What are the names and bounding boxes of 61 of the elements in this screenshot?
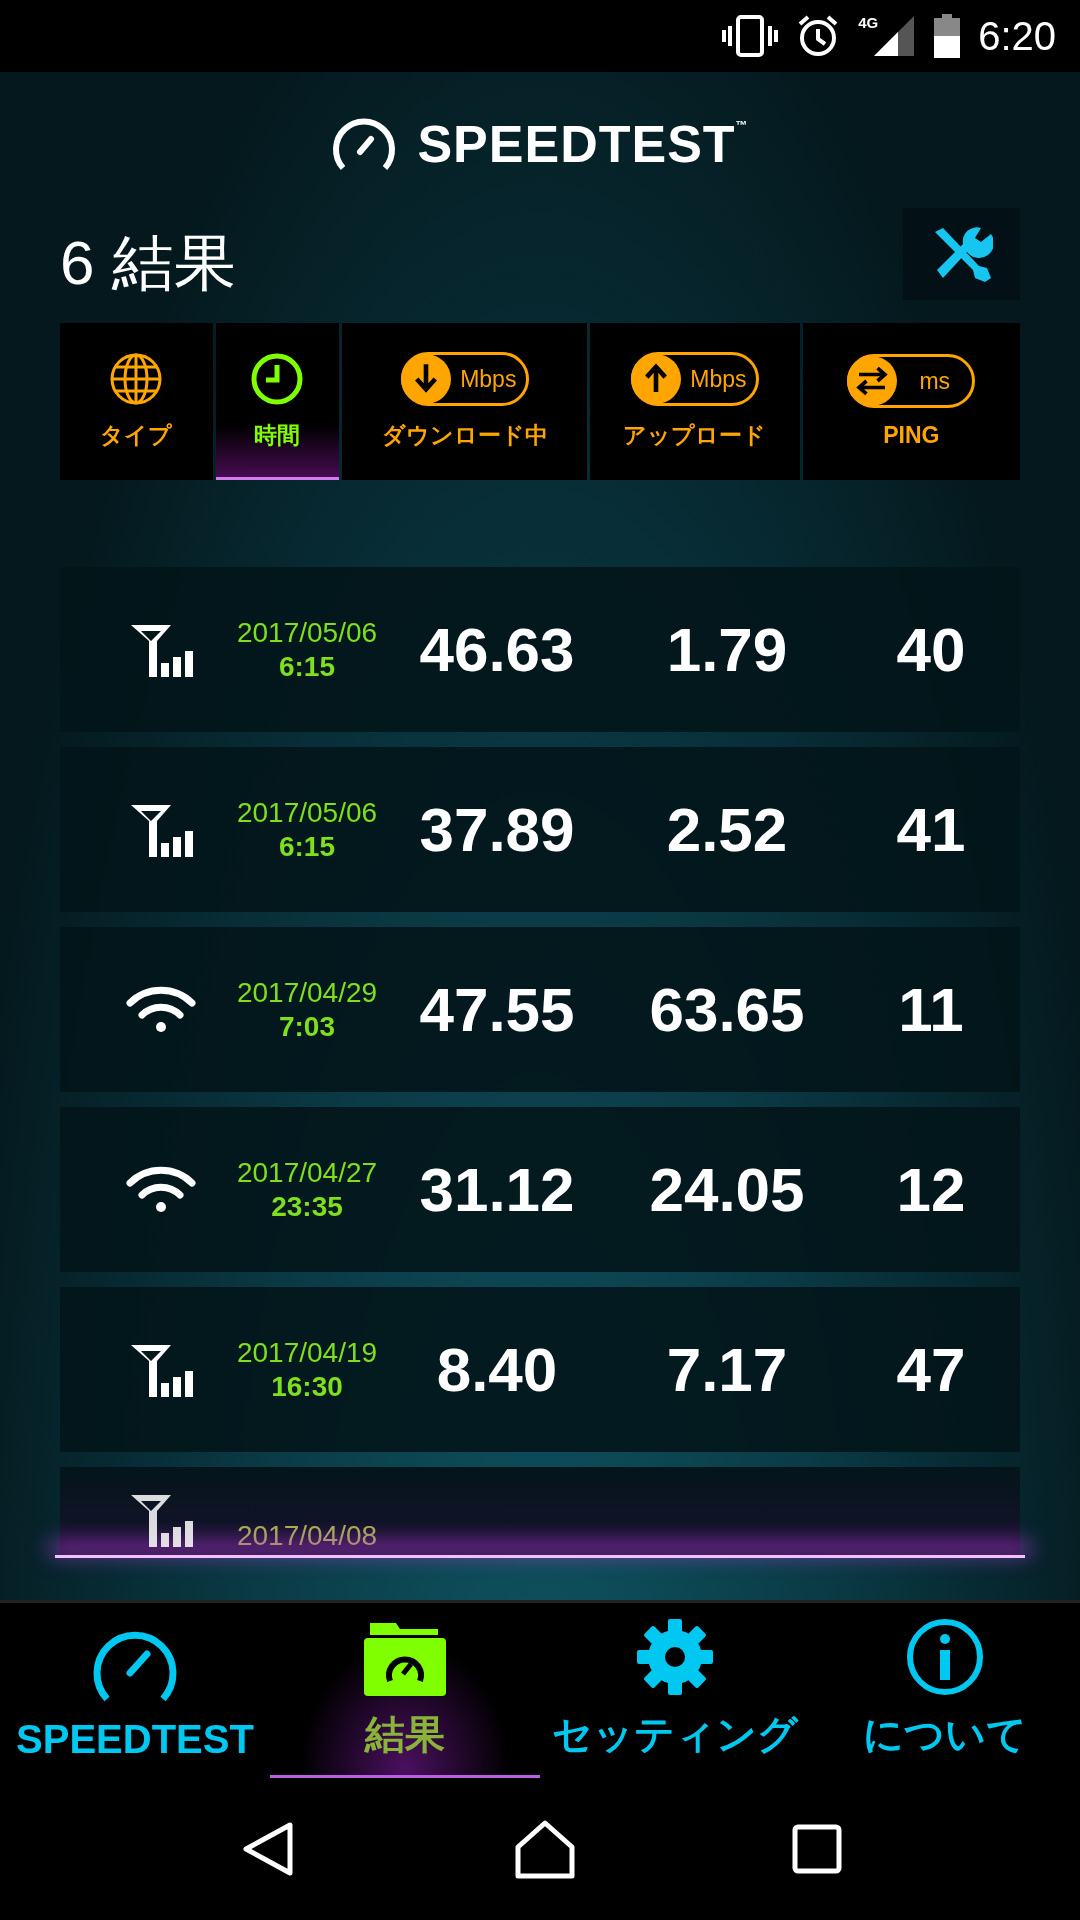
sort-tab[interactable]: Mbps ダウンロード中 (342, 323, 588, 480)
app-logo: SPEEDTEST™ (417, 114, 749, 174)
wifi-icon (125, 984, 197, 1035)
result-date: 2017/04/19 (236, 1335, 378, 1370)
ping-value: 12 (895, 1154, 967, 1225)
sort-tab[interactable]: ms PING (802, 323, 1020, 480)
download-speed: 46.63 (418, 614, 576, 685)
upload-speed: 2.52 (665, 794, 789, 865)
results-title: 6 結果 (60, 232, 236, 299)
result-time: 16:30 (271, 1369, 343, 1404)
network-type: 4G (858, 14, 879, 31)
speedometer-icon (331, 116, 398, 172)
result-date: 2017/04/08 (236, 1518, 378, 1553)
info-icon (905, 1617, 985, 1697)
unit-label: ms (918, 367, 952, 395)
download-speed: 47.55 (418, 974, 576, 1045)
arrows-icon (847, 356, 898, 406)
result-time: 6:15 (278, 649, 335, 684)
home-icon (513, 1819, 577, 1879)
wifi-icon (125, 1164, 197, 1215)
ping-value: 47 (895, 1334, 967, 1405)
sort-tab[interactable]: Mbps アップロード (590, 323, 800, 480)
result-row[interactable]: 2017/05/06 6:15 46.63 1.79 40 (60, 567, 1020, 732)
download-speed: 37.89 (418, 794, 576, 865)
recents-button[interactable] (792, 1824, 843, 1874)
result-row[interactable]: 2017/04/29 7:03 47.55 63.65 11 (60, 927, 1020, 1092)
result-date: 2017/04/27 (236, 1155, 378, 1190)
sort-tab[interactable]: 時間 (215, 323, 340, 480)
result-time: 6:15 (278, 829, 335, 864)
unit-label: Mbps (459, 365, 518, 393)
gear-icon (635, 1617, 715, 1697)
result-time: 7:03 (278, 1009, 335, 1044)
home-button[interactable] (513, 1819, 577, 1879)
upload-speed: 7.17 (665, 1334, 789, 1405)
clock-icon (250, 352, 305, 406)
upload-speed: 63.65 (648, 974, 806, 1045)
upload-speed: 24.05 (648, 1154, 806, 1225)
vibrate-icon (722, 14, 779, 58)
nav-tab[interactable]: セッティング (540, 1603, 810, 1778)
globe-icon (109, 352, 164, 406)
ping-value: 11 (897, 974, 965, 1045)
square-icon (792, 1824, 843, 1874)
download-speed: 31.12 (418, 1154, 576, 1225)
result-time: 23:35 (271, 1189, 343, 1224)
sort-tab[interactable]: タイプ (60, 323, 213, 480)
tools-button[interactable] (903, 208, 1020, 300)
result-row[interactable]: 2017/05/06 6:15 37.89 2.52 41 (60, 747, 1020, 912)
nav-tab[interactable]: SPEEDTEST (0, 1603, 270, 1778)
unit-label: Mbps (689, 365, 748, 393)
result-date: 2017/05/06 (236, 795, 378, 830)
result-row[interactable]: 2017/04/27 23:35 31.12 24.05 12 (60, 1107, 1020, 1272)
result-date: 2017/05/06 (236, 615, 378, 650)
download-speed: 8.40 (435, 1334, 559, 1405)
battery-icon (934, 14, 961, 58)
ping-value: 41 (895, 794, 967, 865)
result-row[interactable]: 2017/04/19 16:30 8.40 7.17 47 (60, 1287, 1020, 1452)
result-date: 2017/04/29 (236, 975, 378, 1010)
ping-value: 40 (895, 614, 967, 685)
upload-speed: 1.79 (665, 614, 789, 685)
nav-tab[interactable]: について (810, 1603, 1080, 1778)
clock-time: 6:20 (978, 13, 1056, 59)
